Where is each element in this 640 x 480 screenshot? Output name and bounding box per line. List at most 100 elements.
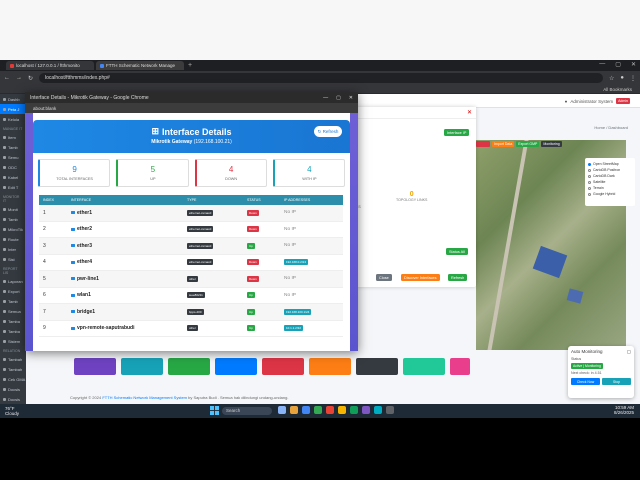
star-icon[interactable]: ☆ bbox=[609, 75, 614, 82]
edge-icon[interactable] bbox=[302, 406, 310, 414]
sidebar-item[interactable]: Monit bbox=[0, 204, 26, 214]
import-data-button[interactable]: Import Data bbox=[492, 141, 515, 147]
sidebar-item[interactable]: Tambah bbox=[0, 364, 26, 374]
sidebar-item[interactable]: Laporan bbox=[0, 276, 26, 286]
sidebar-item[interactable]: Inter bbox=[0, 244, 26, 254]
refresh-button[interactable]: Refresh bbox=[448, 274, 468, 281]
app-icon[interactable] bbox=[386, 406, 394, 414]
close-icon[interactable]: ✕ bbox=[349, 95, 353, 101]
close-button[interactable]: Close bbox=[376, 274, 392, 281]
popup-url-bar[interactable]: about:blank bbox=[25, 103, 358, 113]
system-clock[interactable]: 10:59 AM 8/26/2025 bbox=[614, 405, 634, 415]
chrome-icon[interactable] bbox=[314, 406, 322, 414]
close-icon[interactable]: ✕ bbox=[467, 109, 472, 116]
file-explorer-icon[interactable] bbox=[290, 406, 298, 414]
close-icon[interactable]: ✕ bbox=[631, 61, 636, 68]
windows-start-icon[interactable] bbox=[210, 406, 219, 415]
sidebar-item[interactable]: Sist bbox=[0, 254, 26, 264]
sidebar-item[interactable]: Tamba bbox=[0, 316, 26, 326]
taskbar-search[interactable]: Search bbox=[222, 407, 272, 415]
sidebar-item[interactable]: Dashb bbox=[0, 94, 26, 104]
sidebar-item[interactable]: Tamb bbox=[0, 296, 26, 306]
sidebar-item[interactable]: Tamb bbox=[0, 214, 26, 224]
minimize-icon[interactable]: — bbox=[599, 61, 605, 68]
sidebar-item[interactable]: Sistem bbox=[0, 336, 26, 346]
check-now-button[interactable]: Check Now bbox=[571, 378, 600, 385]
stat-card bbox=[262, 358, 304, 375]
sidebar-item[interactable]: Kelola bbox=[0, 114, 26, 124]
status-badge: Active | Monitoring bbox=[571, 363, 603, 369]
discover-interfaces-button[interactable]: Discover Interfaces bbox=[401, 274, 440, 281]
map-toolbar: Import Data Export GMP Monitoring bbox=[476, 141, 562, 147]
row-type: bpps-200 bbox=[187, 308, 204, 315]
table-row: 1 ether1 ethernet-csmacd Down No IP bbox=[39, 205, 343, 222]
address-bar: ← → ↻ localhost/ftthmms/index.php# ☆ ● ⋮ bbox=[0, 71, 640, 85]
map-button[interactable] bbox=[476, 141, 490, 147]
app-icon[interactable] bbox=[362, 406, 370, 414]
menu-item-icon bbox=[3, 329, 6, 333]
app-icon[interactable] bbox=[350, 406, 358, 414]
sidebar-item[interactable]: Tamba bbox=[0, 326, 26, 336]
minimize-icon[interactable]: ▢ bbox=[627, 349, 631, 355]
row-status: Up bbox=[247, 292, 284, 299]
all-bookmarks[interactable]: All Bookmarks bbox=[603, 87, 632, 92]
minimize-icon[interactable]: — bbox=[323, 95, 328, 101]
sidebar-item[interactable]: Export bbox=[0, 286, 26, 296]
sidebar-item[interactable]: Cek GMA bbox=[0, 374, 26, 384]
task-view-icon[interactable] bbox=[278, 406, 286, 414]
app-icon[interactable] bbox=[374, 406, 382, 414]
sidebar-item[interactable]: Item bbox=[0, 132, 26, 142]
refresh-button[interactable]: ↻ Refresh bbox=[314, 126, 342, 137]
tab-favicon-icon bbox=[100, 63, 104, 68]
row-index: 6 bbox=[43, 292, 46, 299]
row-ip: No IP bbox=[284, 243, 343, 248]
stop-button[interactable]: Stop bbox=[602, 378, 631, 385]
menu-icon[interactable]: ⋮ bbox=[630, 75, 636, 82]
sidebar-item[interactable]: Semua bbox=[0, 306, 26, 316]
ethernet-icon bbox=[71, 260, 75, 264]
sidebar-item[interactable]: Peta J bbox=[0, 104, 26, 114]
no-ip-text: No IP bbox=[284, 226, 296, 232]
menu-item-icon bbox=[3, 107, 6, 111]
sidebar-item[interactable]: Semu bbox=[0, 152, 26, 162]
sidebar-item[interactable]: MikroTik bbox=[0, 224, 26, 234]
footer-brand[interactable]: FTTH Schematic Network Management System bbox=[102, 395, 187, 400]
row-status: Down bbox=[247, 226, 284, 233]
sidebar-item[interactable]: Edit T bbox=[0, 182, 26, 192]
sidebar-item[interactable]: Tambah bbox=[0, 354, 26, 364]
back-icon[interactable]: ← bbox=[4, 75, 10, 81]
sidebar-item[interactable]: Docsis bbox=[0, 394, 26, 404]
sidebar-item[interactable]: Docsis bbox=[0, 384, 26, 394]
row-type: other bbox=[187, 325, 198, 332]
sidebar-item[interactable]: ODC bbox=[0, 162, 26, 172]
weather-widget[interactable]: 76°F Cloudy bbox=[5, 404, 19, 416]
no-ip-text: No IP bbox=[284, 243, 296, 249]
sidebar-item[interactable]: Kabel bbox=[0, 172, 26, 182]
app-icon[interactable] bbox=[326, 406, 334, 414]
export-button[interactable]: Export GMP bbox=[516, 141, 540, 147]
row-interface: pwr-line1 bbox=[71, 276, 187, 282]
profile-icon[interactable]: ● bbox=[620, 75, 624, 81]
maximize-icon[interactable]: ▢ bbox=[615, 61, 621, 68]
no-ip-text: No IP bbox=[284, 276, 296, 282]
app-icon[interactable] bbox=[338, 406, 346, 414]
reload-icon[interactable]: ↻ bbox=[28, 75, 33, 82]
table-row: 9 vpn-remote-saputrabudi other Up 10.1.1.2/3… bbox=[39, 321, 343, 337]
url-field[interactable]: localhost/ftthmms/index.php# bbox=[39, 73, 603, 83]
status-all-button[interactable]: Status All bbox=[446, 248, 468, 255]
sidebar-item[interactable]: Route bbox=[0, 234, 26, 244]
tab-ftth[interactable]: FTTH Schematic Network Manage bbox=[96, 61, 184, 70]
tab-phpmyadmin[interactable]: localhost / 127.0.0.1 / ftthmonito bbox=[6, 61, 94, 70]
sidebar-item[interactable]: Tamb bbox=[0, 142, 26, 152]
menu-item-icon bbox=[3, 227, 6, 231]
forward-icon[interactable]: → bbox=[16, 75, 22, 81]
status-badge: Up bbox=[247, 325, 255, 332]
menu-item-icon bbox=[3, 185, 6, 189]
interface-ip-button[interactable]: Interface IP bbox=[444, 129, 470, 136]
user-menu[interactable]: ● Administrator System Admin bbox=[565, 98, 630, 104]
sidebar: Dashb Peta J Kelola MANAGE IT Item Tamb … bbox=[0, 94, 26, 404]
layer-option[interactable]: Google Hybrid bbox=[588, 191, 632, 197]
maximize-icon[interactable]: ▢ bbox=[336, 95, 341, 101]
monitoring-button[interactable]: Monitoring bbox=[541, 141, 562, 147]
new-tab-icon[interactable]: + bbox=[188, 62, 192, 69]
